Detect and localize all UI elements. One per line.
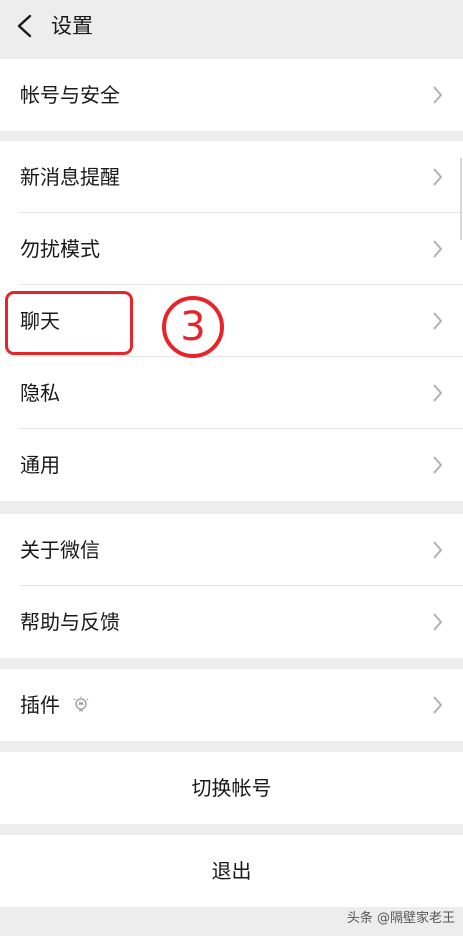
chevron-right-icon <box>433 240 443 258</box>
menu-item-general[interactable]: 通用 <box>0 429 463 501</box>
highlight-box <box>5 291 133 355</box>
chevron-right-icon <box>433 613 443 631</box>
header: 设置 <box>0 0 463 52</box>
chevron-left-icon[interactable] <box>14 14 36 38</box>
chevron-right-icon <box>433 86 443 104</box>
chevron-right-icon <box>433 696 443 714</box>
menu-item-privacy[interactable]: 隐私 <box>0 357 463 429</box>
menu-item-about-wechat[interactable]: 关于微信 <box>0 514 463 586</box>
chevron-right-icon <box>433 541 443 559</box>
page-title: 设置 <box>51 14 93 38</box>
menu-item-account-security[interactable]: 帐号与安全 <box>0 59 463 131</box>
menu-item-new-message-alert[interactable]: 新消息提醒 <box>0 141 463 213</box>
menu-item-label: 帐号与安全 <box>20 83 120 107</box>
switch-account-button[interactable]: 切换帐号 <box>0 752 463 824</box>
menu-item-label: 隐私 <box>20 381 60 405</box>
menu-item-plugins[interactable]: 插件 <box>0 669 463 741</box>
menu-item-label: 插件 <box>20 693 60 717</box>
menu-item-label: 关于微信 <box>20 538 100 562</box>
chevron-right-icon <box>433 312 443 330</box>
menu-item-label: 通用 <box>20 453 60 477</box>
chevron-right-icon <box>433 168 443 186</box>
menu-item-label: 帮助与反馈 <box>20 610 120 634</box>
logout-button[interactable]: 退出 <box>0 835 463 907</box>
group-account: 帐号与安全 <box>0 59 463 131</box>
bulb-icon <box>73 696 89 712</box>
menu-item-help-feedback[interactable]: 帮助与反馈 <box>0 586 463 658</box>
watermark: 头条 @隔壁家老王 <box>346 911 455 926</box>
chevron-right-icon <box>433 384 443 402</box>
switch-account-label: 切换帐号 <box>191 776 272 800</box>
menu-item-label: 新消息提醒 <box>20 165 120 189</box>
group-about: 关于微信 帮助与反馈 <box>0 514 463 658</box>
menu-item-label: 勿扰模式 <box>20 237 100 261</box>
chevron-right-icon <box>433 456 443 474</box>
logout-label: 退出 <box>211 859 252 883</box>
scroll-indicator <box>460 158 462 240</box>
group-plugins: 插件 <box>0 669 463 741</box>
step-number-annotation: 3 <box>162 296 224 358</box>
menu-item-do-not-disturb[interactable]: 勿扰模式 <box>0 213 463 285</box>
